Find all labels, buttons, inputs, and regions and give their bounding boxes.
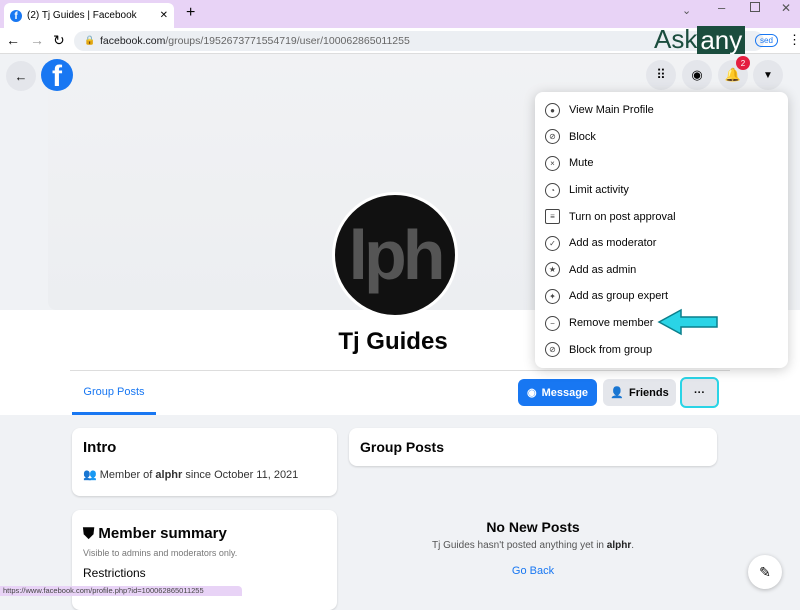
maximize-icon[interactable] (750, 2, 760, 12)
tab-title: (2) Tj Guides | Facebook (27, 10, 137, 21)
tab-search-icon[interactable]: ⌄ (682, 4, 691, 17)
friends-button[interactable]: 👤 Friends (603, 379, 676, 406)
restrictions-heading: Restrictions (83, 566, 146, 580)
url-domain: facebook.com (100, 35, 166, 47)
message-button[interactable]: ◉ Message (518, 379, 597, 406)
membership-info: 👥 Member of alphr since October 11, 2021 (83, 468, 298, 481)
account-menu-icon[interactable]: ▼ (753, 60, 783, 90)
intro-text: Member of (99, 469, 156, 481)
browser-tab[interactable]: f (2) Tj Guides | Facebook ✕ (4, 3, 174, 28)
empty-text: Tj Guides hasn't posted anything yet in (431, 540, 607, 551)
menu-item[interactable]: ⊘ Block from group (535, 336, 788, 363)
intro-date: since October 11, 2021 (182, 469, 299, 481)
back-icon[interactable]: ← (6, 32, 20, 48)
paused-badge[interactable]: sed (755, 34, 778, 47)
post-approval-icon: ≡ (545, 209, 560, 225)
new-message-icon[interactable]: ✎ (748, 555, 782, 589)
block-group-icon: ⊘ (545, 342, 560, 358)
summary-heading: ⛊ Member summary (83, 525, 227, 542)
mute-icon: × (545, 155, 560, 171)
go-back-link[interactable]: Go Back (349, 565, 717, 577)
close-window-icon[interactable]: ✕ (781, 1, 791, 15)
menu-item-label: Add as moderator (569, 237, 657, 250)
status-bar-url: https://www.facebook.com/profile.php?id=… (0, 586, 242, 596)
remove-user-icon: − (545, 315, 560, 331)
menu-grid-icon[interactable]: ⠿ (646, 60, 676, 90)
summary-title: Member summary (98, 525, 227, 542)
facebook-logo[interactable]: f (41, 59, 73, 91)
group-posts-card: Group Posts (349, 428, 717, 466)
message-label: Message (541, 386, 589, 399)
menu-item[interactable]: ⊘ Block (535, 124, 788, 151)
divider (70, 370, 730, 371)
more-options-button[interactable]: ··· (680, 377, 719, 408)
watermark-any: any (697, 25, 746, 54)
menu-item-label: Remove member (569, 317, 654, 330)
menu-item-label: Add as admin (569, 263, 637, 276)
group-posts-title: Group Posts (360, 439, 445, 455)
members-icon: 👥 (83, 469, 100, 481)
menu-item-label: View Main Profile (569, 104, 654, 117)
group-name: alphr (606, 540, 632, 551)
shield-icon: ⛊ (83, 525, 99, 542)
menu-item-label: Add as group expert (569, 290, 669, 303)
limit-icon: ◔ (545, 182, 560, 198)
messenger-icon[interactable]: ◉ (682, 60, 712, 90)
menu-item[interactable]: ✓ Add as moderator (535, 230, 788, 257)
minimize-icon[interactable]: – (718, 0, 725, 15)
url-path: /groups/1952673771554719/user/1000628650… (165, 35, 410, 47)
pointer-arrow-icon (657, 308, 718, 336)
menu-item[interactable]: ● View Main Profile (535, 97, 788, 124)
menu-item[interactable]: ≡ Turn on post approval (535, 203, 788, 230)
avatar[interactable]: lph (332, 192, 458, 318)
browser-menu-icon[interactable]: ⋮ (788, 32, 800, 48)
profile-name: Tj Guides (338, 328, 448, 355)
intro-card: Intro 👥 Member of alphr since October 11… (72, 428, 337, 496)
watermark-ask: Ask (654, 24, 698, 54)
lock-icon: 🔒 (84, 35, 96, 45)
messenger-icon: ◉ (526, 387, 537, 399)
menu-item[interactable]: ★ Add as admin (535, 257, 788, 284)
askany-watermark: Ask any (654, 24, 746, 55)
expert-badge-icon: ✦ (545, 288, 560, 304)
notification-badge: 2 (736, 56, 750, 70)
facebook-favicon-icon: f (10, 9, 22, 22)
summary-subtitle: Visible to admins and moderators only. (83, 548, 238, 558)
admin-star-icon: ★ (545, 262, 560, 278)
shield-check-icon: ✓ (545, 235, 560, 251)
reload-icon[interactable]: ↻ (53, 32, 65, 49)
menu-item[interactable]: × Mute (535, 150, 788, 177)
avatar-logo-text: lph (348, 216, 446, 294)
menu-item-label: Block from group (569, 343, 653, 356)
menu-item[interactable]: ◔ Limit activity (535, 177, 788, 204)
person-circle-icon: ● (545, 102, 560, 118)
forward-icon[interactable]: → (30, 32, 44, 48)
empty-title: No New Posts (486, 519, 580, 535)
group-link[interactable]: alphr (155, 469, 182, 481)
menu-item-label: Turn on post approval (569, 210, 676, 223)
menu-item[interactable]: ✦ Add as group expert (535, 283, 788, 310)
intro-title: Intro (83, 439, 117, 456)
new-tab-icon[interactable]: + (186, 4, 195, 22)
menu-item-label: Block (569, 130, 596, 143)
menu-item-label: Limit activity (569, 184, 629, 197)
empty-message: Tj Guides hasn't posted anything yet in … (349, 540, 717, 551)
empty-end: . (631, 540, 635, 551)
tab-group-posts[interactable]: Group Posts (72, 371, 156, 415)
back-button[interactable]: ← (6, 61, 36, 91)
member-options-menu: ● View Main Profile ⊘ Block × Mute ◔ Limit a… (535, 92, 788, 368)
block-user-icon: ⊘ (545, 129, 560, 145)
close-tab-icon[interactable]: ✕ (160, 10, 168, 21)
menu-item-label: Mute (569, 157, 594, 170)
friends-label: Friends (628, 386, 669, 399)
friends-icon: 👤 (610, 387, 624, 399)
